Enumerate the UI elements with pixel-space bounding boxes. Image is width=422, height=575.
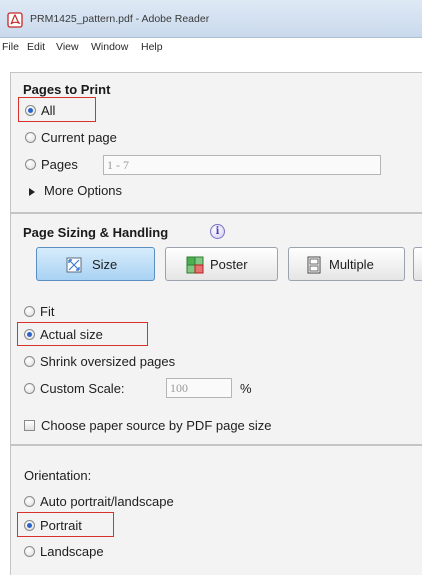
radio-portrait-label: Portrait — [40, 518, 82, 533]
page-sizing-title: Page Sizing & Handling — [23, 225, 169, 240]
radio-shrink-label: Shrink oversized pages — [40, 354, 176, 369]
radio-button[interactable] — [24, 546, 35, 557]
custom-scale-input[interactable]: 100 — [166, 378, 232, 398]
radio-button[interactable] — [24, 356, 35, 367]
radio-button[interactable] — [24, 383, 35, 394]
radio-pages[interactable]: Pages — [25, 157, 78, 175]
pages-range-input[interactable]: 1 - 7 — [103, 155, 381, 175]
window-title: PRM1425_pattern.pdf - Adobe Reader — [30, 13, 210, 25]
orientation-title: Orientation: — [24, 468, 92, 483]
radio-all-label: All — [41, 103, 56, 118]
info-icon[interactable]: i — [210, 224, 225, 239]
menu-bar: File Edit View Window Help — [0, 38, 422, 57]
checkbox[interactable] — [24, 420, 35, 431]
radio-portrait[interactable]: Portrait — [24, 518, 82, 536]
radio-button[interactable] — [24, 496, 35, 507]
radio-button-selected[interactable] — [24, 520, 35, 531]
radio-current-page[interactable]: Current page — [25, 130, 117, 148]
menu-file[interactable]: File — [2, 41, 19, 53]
menu-window[interactable]: Window — [91, 41, 128, 53]
more-options-toggle[interactable]: More Options — [44, 183, 122, 201]
radio-landscape-label: Landscape — [40, 544, 104, 559]
menu-edit[interactable]: Edit — [27, 41, 45, 53]
poster-button[interactable]: Poster — [165, 247, 278, 281]
radio-custom-scale-label: Custom Scale: — [40, 381, 125, 396]
radio-button[interactable] — [25, 159, 36, 170]
radio-all[interactable]: All — [25, 103, 55, 121]
size-icon — [66, 257, 82, 273]
poster-button-label: Poster — [210, 257, 248, 272]
radio-fit-label: Fit — [40, 304, 55, 319]
radio-fit[interactable]: Fit — [24, 304, 54, 322]
radio-actual-size[interactable]: Actual size — [24, 327, 103, 345]
poster-icon — [186, 256, 204, 274]
radio-custom-scale[interactable]: Custom Scale: — [24, 381, 125, 399]
radio-auto-portrait-landscape[interactable]: Auto portrait/landscape — [24, 494, 174, 512]
booklet-button-partial[interactable] — [413, 247, 422, 281]
menu-help[interactable]: Help — [141, 41, 163, 53]
pages-to-print-title: Pages to Print — [23, 82, 111, 97]
pages-to-print-panel: Pages to Print All Current page Pages 1 … — [10, 72, 422, 213]
radio-auto-label: Auto portrait/landscape — [40, 494, 174, 509]
paper-source-checkbox[interactable]: Choose paper source by PDF page size — [24, 418, 272, 436]
size-button[interactable]: Size — [36, 247, 155, 281]
multiple-pages-icon — [307, 256, 321, 274]
paper-source-label: Choose paper source by PDF page size — [41, 418, 272, 433]
multiple-button[interactable]: Multiple — [288, 247, 405, 281]
radio-actual-size-label: Actual size — [40, 327, 103, 342]
radio-landscape[interactable]: Landscape — [24, 544, 104, 562]
menu-view[interactable]: View — [56, 41, 79, 53]
radio-current-page-label: Current page — [41, 130, 117, 145]
pdf-icon — [7, 12, 23, 28]
radio-button[interactable] — [25, 132, 36, 143]
custom-scale-unit: % — [240, 381, 252, 396]
radio-pages-label: Pages — [41, 157, 78, 172]
radio-button-selected[interactable] — [25, 105, 36, 116]
radio-button-selected[interactable] — [24, 329, 35, 340]
title-bar: PRM1425_pattern.pdf - Adobe Reader — [0, 0, 422, 38]
size-button-label: Size — [92, 257, 118, 272]
radio-shrink-oversized[interactable]: Shrink oversized pages — [24, 354, 175, 372]
multiple-button-label: Multiple — [329, 257, 374, 272]
radio-button[interactable] — [24, 306, 35, 317]
expand-triangle-icon[interactable] — [29, 188, 35, 196]
